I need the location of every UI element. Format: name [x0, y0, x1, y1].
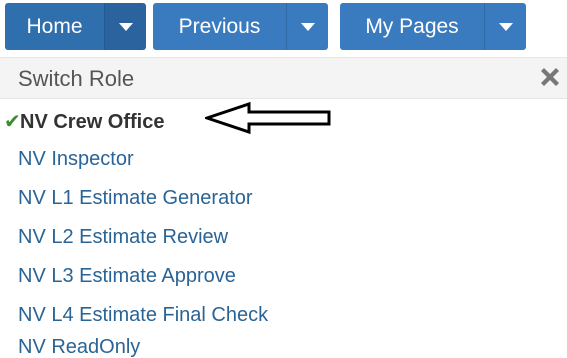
- role-item-nv-l4-estimate-final-check[interactable]: NV L4 Estimate Final Check: [18, 304, 268, 327]
- checkmark-icon: ✔: [4, 111, 21, 133]
- my-pages-nav-group: My Pages: [340, 3, 526, 50]
- panel-header: Switch Role: [0, 57, 567, 99]
- home-nav-group: Home: [5, 3, 146, 50]
- caret-down-icon: [300, 22, 315, 31]
- role-item-nv-l1-estimate-generator[interactable]: NV L1 Estimate Generator: [18, 187, 253, 210]
- panel-title: Switch Role: [18, 66, 135, 91]
- home-button[interactable]: Home: [5, 3, 104, 50]
- caret-down-icon: [118, 22, 133, 31]
- my-pages-dropdown-button[interactable]: [484, 3, 526, 50]
- previous-dropdown-button[interactable]: [286, 3, 328, 50]
- role-label: NV Crew Office: [20, 111, 165, 133]
- role-item-nv-l2-estimate-review[interactable]: NV L2 Estimate Review: [18, 226, 228, 249]
- role-item-nv-l3-estimate-approve[interactable]: NV L3 Estimate Approve: [18, 265, 236, 288]
- previous-button[interactable]: Previous: [153, 3, 286, 50]
- home-dropdown-button[interactable]: [104, 3, 146, 50]
- top-navigation: Home Previous My Pages: [0, 0, 567, 55]
- role-item-nv-crew-office[interactable]: ✔NV Crew Office: [4, 109, 164, 134]
- close-icon[interactable]: [537, 64, 563, 90]
- role-item-nv-readonly[interactable]: NV ReadOnly: [18, 336, 140, 358]
- previous-nav-group: Previous: [153, 3, 328, 50]
- caret-down-icon: [498, 22, 513, 31]
- left-arrow-icon: [205, 101, 331, 135]
- switch-role-screen: Home Previous My Pages Switch Role ✔NV C…: [0, 0, 567, 358]
- switch-role-panel: Switch Role ✔NV Crew Office NV Inspector…: [0, 55, 567, 358]
- my-pages-button[interactable]: My Pages: [340, 3, 484, 50]
- role-item-nv-inspector[interactable]: NV Inspector: [18, 148, 134, 171]
